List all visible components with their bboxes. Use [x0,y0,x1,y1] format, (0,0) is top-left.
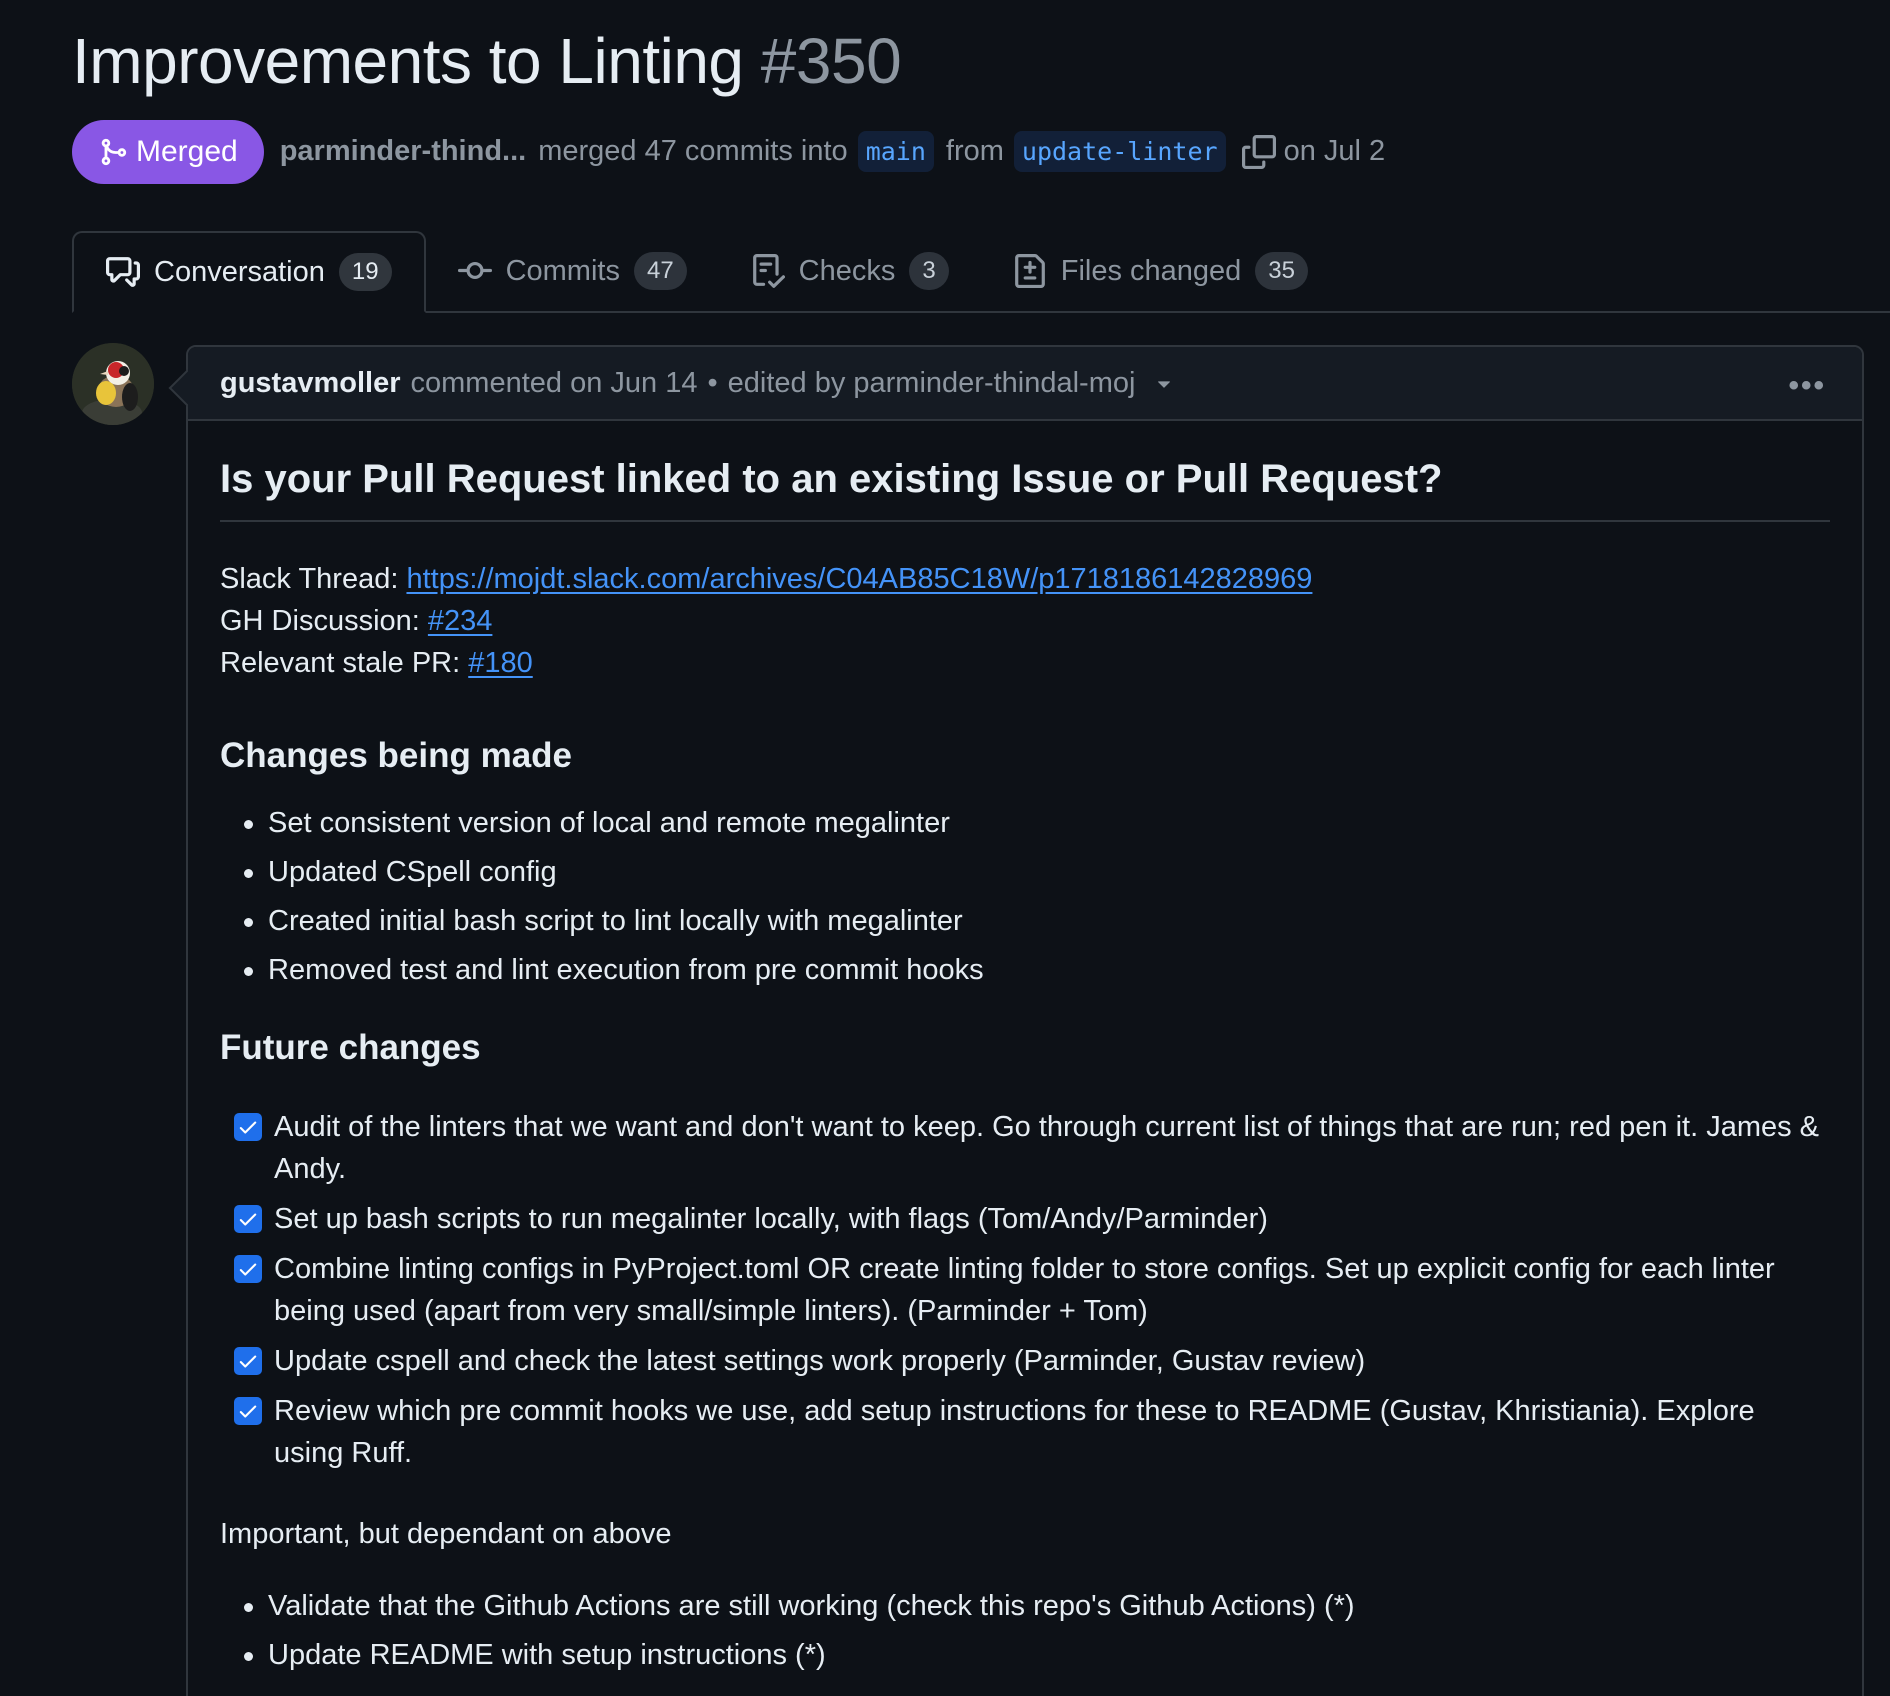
tab-label: Files changed [1060,254,1242,287]
body-heading: Is your Pull Request linked to an existi… [220,457,1830,522]
tab-label: Commits [505,254,620,287]
checkbox[interactable] [234,1113,262,1141]
task-list: Audit of the linters that we want and do… [220,1106,1830,1474]
kebab-horizontal-icon[interactable]: ••• [1788,369,1826,403]
avatar[interactable] [72,343,154,425]
tab-files-changed[interactable]: Files changed 35 [981,231,1340,311]
tab-label: Conversation [154,255,325,288]
tab-counter: 47 [633,252,687,290]
check-icon [239,1121,257,1134]
goldfinch-avatar-image [72,343,154,425]
changes-list: Set consistent version of local and remo… [220,806,1830,988]
pr-title: Improvements to Linting #350 [72,24,902,98]
slack-thread-line: Slack Thread: https://mojdt.slack.com/ar… [220,558,1830,600]
task-item: Review which pre commit hooks we use, ad… [220,1390,1830,1474]
task-text: Combine linting configs in PyProject.tom… [274,1253,1775,1327]
stale-pr-line: Relevant stale PR: #180 [220,642,1830,684]
comment-discussion-icon [106,257,140,287]
important-paragraph: Important, but dependant on above [220,1518,672,1550]
pr-meta: Merged parminder-thind... merged 47 comm… [72,119,1385,184]
merged-label: Merged [136,134,238,168]
copy-icon[interactable] [1241,134,1276,169]
git-merge-icon [101,138,127,165]
list-item: Updated CSpell config [220,855,1830,890]
task-text: Review which pre commit hooks we use, ad… [274,1395,1755,1469]
comment-box: gustavmoller commented on Jun 14 • edite… [186,345,1864,1696]
task-text: Update cspell and check the latest setti… [274,1345,1366,1377]
pr-title-text: Improvements to Linting [72,25,744,97]
task-item: Update cspell and check the latest setti… [220,1340,1830,1382]
task-text: Audit of the linters that we want and do… [274,1111,1820,1185]
future-heading: Future changes [220,1028,481,1067]
comment-header: gustavmoller commented on Jun 14 • edite… [188,347,1862,421]
caret-down-icon[interactable] [1151,370,1177,396]
base-branch[interactable]: main [857,131,934,172]
tab-conversation[interactable]: Conversation 19 [72,231,426,313]
tab-label: Checks [798,254,896,287]
merged-text: merged 47 commits into [538,135,848,167]
changes-heading: Changes being made [220,736,573,775]
stale-pr-label: Relevant stale PR: [220,647,461,679]
tab-commits[interactable]: Commits 47 [426,231,719,311]
checklist-icon [752,254,785,288]
git-commit-icon [457,261,492,279]
check-icon [239,1355,257,1368]
list-item: Update README with setup instructions (*… [220,1638,1830,1673]
separator-dot: • [707,366,718,399]
links-block: Slack Thread: https://mojdt.slack.com/ar… [220,558,1830,684]
merge-date: on Jul 2 [1283,135,1386,167]
edited-by-dropdown[interactable]: edited by parminder-thindal-moj [728,367,1136,400]
task-item: Audit of the linters that we want and do… [220,1106,1830,1190]
tab-counter: 3 [909,252,949,290]
task-item: Combine linting configs in PyProject.tom… [220,1248,1830,1332]
comment-action[interactable]: commented on Jun 14 [411,367,698,400]
task-text: Set up bash scripts to run megalinter lo… [274,1203,1268,1235]
head-branch[interactable]: update-linter [1013,131,1226,172]
checkbox[interactable] [234,1347,262,1375]
pr-author-link[interactable]: parminder-thind... [280,135,527,168]
tab-counter: 19 [338,253,392,291]
tab-counter: 35 [1255,252,1308,290]
important-list: Validate that the Github Actions are sti… [220,1589,1830,1673]
slack-thread-link[interactable]: https://mojdt.slack.com/archives/C04AB85… [406,563,1312,595]
file-diff-icon [1014,254,1045,288]
merged-status-badge: Merged [72,119,264,184]
stale-pr-link[interactable]: #180 [468,647,533,679]
checkbox[interactable] [234,1397,262,1425]
checkbox[interactable] [234,1255,262,1283]
check-icon [239,1405,257,1418]
tab-checks[interactable]: Checks 3 [719,231,981,311]
list-item: Set consistent version of local and remo… [220,806,1830,841]
list-item: Validate that the Github Actions are sti… [220,1589,1830,1624]
gh-discussion-link[interactable]: #234 [428,605,493,637]
check-icon [239,1263,257,1276]
from-text: from [945,135,1004,167]
pr-number: #350 [760,25,902,97]
comment-author-link[interactable]: gustavmoller [220,367,401,400]
gh-discussion-line: GH Discussion: #234 [220,600,1830,642]
slack-thread-label: Slack Thread: [220,563,399,595]
check-icon [239,1213,257,1226]
pr-tabs: Conversation 19 Commits 47 Checks 3 File… [72,231,1890,313]
list-item: Removed test and lint execution from pre… [220,953,1830,988]
checkbox[interactable] [234,1205,262,1233]
task-item: Set up bash scripts to run megalinter lo… [220,1198,1830,1240]
gh-discussion-label: GH Discussion: [220,605,420,637]
comment-body: Is your Pull Request linked to an existi… [188,421,1862,1673]
list-item: Created initial bash script to lint loca… [220,904,1830,939]
